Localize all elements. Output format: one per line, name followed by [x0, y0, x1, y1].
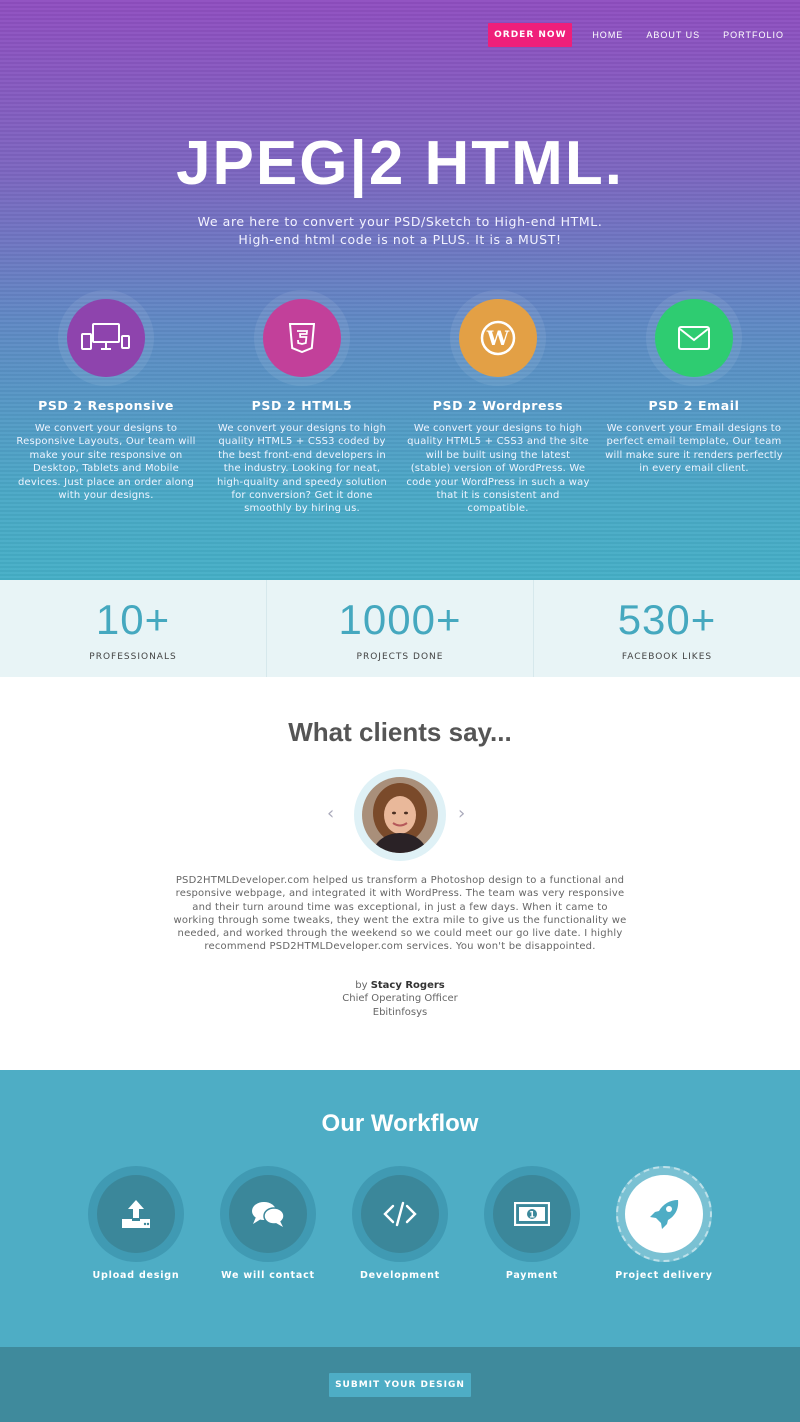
- nav-link-about-us[interactable]: ABOUT US: [646, 30, 700, 40]
- workflow-title: Our Workflow: [321, 1110, 479, 1137]
- step-ring: [220, 1166, 316, 1262]
- testimonial-author: by Stacy Rogers: [0, 979, 800, 992]
- step-label: Upload design: [92, 1270, 180, 1281]
- hero-subtitle-line-1: We are here to convert your PSD/Sketch t…: [197, 214, 603, 229]
- stat-label: PROFESSIONALS: [89, 652, 177, 662]
- avatar-ring: [354, 769, 446, 861]
- service-title: PSD 2 Wordpress: [432, 398, 564, 413]
- nav-link-home[interactable]: HOME: [592, 30, 623, 40]
- workflow-steps: Upload design We will contact Developmen…: [70, 1166, 730, 1281]
- service-title: PSD 2 Email: [648, 398, 740, 413]
- chevron-left-icon[interactable]: ‹: [327, 803, 334, 824]
- stat-label: FACEBOOK LIKES: [621, 652, 713, 662]
- svg-text:1: 1: [529, 1211, 535, 1221]
- service-icon-ring: [646, 290, 742, 386]
- hero-subtitle: We are here to convert your PSD/Sketch t…: [0, 213, 800, 249]
- service-icon-ring: [254, 290, 350, 386]
- service-wordpress: W PSD 2 Wordpress We convert your design…: [400, 290, 596, 516]
- chevron-right-icon[interactable]: ›: [458, 803, 465, 824]
- service-email: PSD 2 Email We convert your Email design…: [596, 290, 792, 516]
- workflow-step-development[interactable]: Development: [334, 1166, 466, 1281]
- workflow-step-contact[interactable]: We will contact: [202, 1166, 334, 1281]
- avatar: [362, 777, 438, 853]
- step-ring: [352, 1166, 448, 1262]
- stat-projects-done: 1000+ PROJECTS DONE: [267, 580, 534, 677]
- author-company: Ebitinfosys: [372, 1006, 428, 1018]
- svg-text:W: W: [486, 326, 510, 350]
- testimonial-section: What clients say... ‹ › PSD2HTMLDevelope…: [0, 677, 800, 1070]
- hero-subtitle-line-2: High-end html code is not a PLUS. It is …: [238, 232, 562, 247]
- submit-design-button[interactable]: SUBMIT YOUR DESIGN: [329, 1373, 471, 1397]
- workflow-step-upload[interactable]: Upload design: [70, 1166, 202, 1281]
- testimonial-byline: by Stacy Rogers Chief Operating Officer …: [0, 979, 800, 1019]
- author-name: Stacy Rogers: [370, 980, 445, 991]
- code-icon: [361, 1175, 439, 1253]
- order-now-button[interactable]: ORDER NOW: [488, 23, 573, 47]
- services-list: PSD 2 Responsive We convert your designs…: [8, 290, 792, 516]
- nav-link-portfolio[interactable]: PORTFOLIO: [723, 30, 784, 40]
- workflow-step-payment[interactable]: 1 Payment: [466, 1166, 598, 1281]
- hero-title: JPEG|2 HTML.: [176, 129, 624, 198]
- upload-icon: [97, 1175, 175, 1253]
- workflow-step-delivery[interactable]: Project delivery: [598, 1166, 730, 1281]
- byline-prefix: by: [355, 980, 368, 991]
- stat-value: 1000+: [338, 596, 462, 643]
- stat-value: 10+: [95, 596, 171, 643]
- workflow-section: Our Workflow Upload design We will conta…: [0, 1070, 800, 1347]
- testimonial-quote: PSD2HTMLDeveloper.com helped us transfor…: [173, 875, 627, 953]
- stat-label: PROJECTS DONE: [356, 652, 444, 662]
- hero-section: ORDER NOW HOME ABOUT US PORTFOLIO JPEG|2…: [0, 0, 800, 580]
- service-html5: PSD 2 HTML5 We convert your designs to h…: [204, 290, 400, 516]
- service-title: PSD 2 Responsive: [38, 398, 174, 413]
- step-label: Development: [360, 1270, 440, 1281]
- top-nav: ORDER NOW HOME ABOUT US PORTFOLIO: [488, 23, 784, 47]
- service-description: We convert your designs to high quality …: [406, 423, 590, 515]
- service-description: We convert your Email designs to perfect…: [605, 423, 783, 475]
- testimonial-title: What clients say...: [288, 717, 512, 747]
- stat-value: 530+: [617, 596, 717, 643]
- devices-icon: [67, 299, 145, 377]
- wordpress-icon: W: [459, 299, 537, 377]
- service-title: PSD 2 HTML5: [251, 398, 353, 413]
- step-label: We will contact: [221, 1270, 315, 1281]
- step-ring: [88, 1166, 184, 1262]
- footer-cta: SUBMIT YOUR DESIGN: [0, 1347, 800, 1422]
- step-label: Payment: [505, 1270, 559, 1281]
- author-role: Chief Operating Officer: [342, 993, 458, 1005]
- envelope-icon: [655, 299, 733, 377]
- banknote-icon: 1: [493, 1175, 571, 1253]
- chat-icon: [229, 1175, 307, 1253]
- service-icon-ring: [58, 290, 154, 386]
- service-description: We convert your designs to high quality …: [216, 423, 388, 515]
- rocket-icon: [625, 1175, 703, 1253]
- html5-icon: [263, 299, 341, 377]
- stats-bar: 10+ PROFESSIONALS 1000+ PROJECTS DONE 53…: [0, 580, 800, 677]
- step-ring: 1: [484, 1166, 580, 1262]
- service-responsive: PSD 2 Responsive We convert your designs…: [8, 290, 204, 516]
- stat-professionals: 10+ PROFESSIONALS: [0, 580, 267, 677]
- service-description: We convert your designs to Responsive La…: [16, 423, 196, 502]
- step-label: Project delivery: [615, 1270, 713, 1281]
- step-ring: [616, 1166, 712, 1262]
- stat-facebook-likes: 530+ FACEBOOK LIKES: [534, 580, 800, 677]
- service-icon-ring: W: [450, 290, 546, 386]
